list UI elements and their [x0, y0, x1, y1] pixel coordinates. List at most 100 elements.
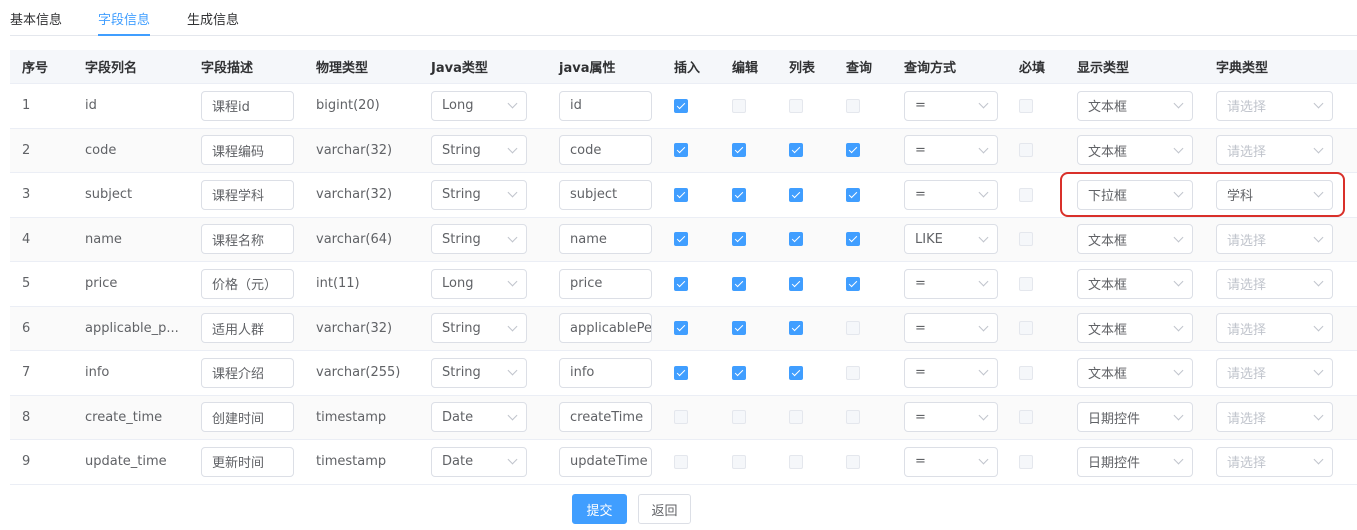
- query-checkbox[interactable]: [846, 187, 860, 202]
- required-checkbox[interactable]: [1019, 98, 1033, 113]
- edit-checkbox[interactable]: [732, 365, 746, 380]
- field-desc-input[interactable]: 课程编码: [201, 135, 294, 166]
- display-select[interactable]: 文本框: [1077, 224, 1193, 255]
- java-attr-input[interactable]: applicablePe: [559, 313, 652, 344]
- query-type-select[interactable]: =: [904, 313, 998, 344]
- dict-select[interactable]: 请选择: [1216, 135, 1333, 166]
- query-checkbox[interactable]: [846, 98, 860, 113]
- java-type-select[interactable]: Long: [431, 90, 527, 121]
- query-type-select[interactable]: LIKE: [904, 224, 998, 255]
- dict-select[interactable]: 请选择: [1216, 313, 1333, 344]
- edit-checkbox[interactable]: [732, 321, 746, 336]
- java-attr-input[interactable]: name: [559, 224, 652, 255]
- java-attr-input[interactable]: createTime: [559, 402, 652, 433]
- field-desc-input[interactable]: 课程学科: [201, 179, 294, 210]
- edit-checkbox[interactable]: [732, 232, 746, 247]
- list-checkbox[interactable]: [789, 410, 803, 425]
- query-type-select[interactable]: =: [904, 357, 998, 388]
- insert-checkbox[interactable]: [674, 276, 688, 291]
- insert-checkbox[interactable]: [674, 98, 688, 113]
- java-attr-input[interactable]: info: [559, 357, 652, 388]
- display-select[interactable]: 文本框: [1077, 135, 1193, 166]
- required-checkbox[interactable]: [1019, 454, 1033, 469]
- insert-checkbox[interactable]: [674, 454, 688, 469]
- list-checkbox[interactable]: [789, 98, 803, 113]
- dict-select[interactable]: 请选择: [1216, 402, 1333, 433]
- java-type-select[interactable]: Long: [431, 268, 527, 299]
- edit-checkbox[interactable]: [732, 454, 746, 469]
- display-select[interactable]: 文本框: [1077, 313, 1193, 344]
- display-select[interactable]: 日期控件: [1077, 446, 1193, 477]
- edit-checkbox[interactable]: [732, 187, 746, 202]
- java-type-select[interactable]: Date: [431, 446, 527, 477]
- tab-generate-info[interactable]: 生成信息: [187, 9, 239, 36]
- query-checkbox[interactable]: [846, 410, 860, 425]
- display-select[interactable]: 文本框: [1077, 90, 1193, 121]
- display-select[interactable]: 日期控件: [1077, 402, 1193, 433]
- required-checkbox[interactable]: [1019, 321, 1033, 336]
- query-type-select[interactable]: =: [904, 446, 998, 477]
- required-checkbox[interactable]: [1019, 365, 1033, 380]
- display-select[interactable]: 文本框: [1077, 357, 1193, 388]
- dict-select[interactable]: 请选择: [1216, 224, 1333, 255]
- required-checkbox[interactable]: [1019, 187, 1033, 202]
- edit-checkbox[interactable]: [732, 143, 746, 158]
- required-checkbox[interactable]: [1019, 143, 1033, 158]
- java-type-select[interactable]: String: [431, 313, 527, 344]
- back-button[interactable]: 返回: [638, 494, 691, 524]
- java-attr-input[interactable]: code: [559, 135, 652, 166]
- dict-select[interactable]: 请选择: [1216, 357, 1333, 388]
- dict-select[interactable]: 请选择: [1216, 90, 1333, 121]
- edit-checkbox[interactable]: [732, 410, 746, 425]
- query-type-select[interactable]: =: [904, 179, 998, 210]
- java-attr-input[interactable]: price: [559, 268, 652, 299]
- required-checkbox[interactable]: [1019, 232, 1033, 247]
- java-attr-input[interactable]: updateTime: [559, 446, 652, 477]
- list-checkbox[interactable]: [789, 321, 803, 336]
- query-checkbox[interactable]: [846, 232, 860, 247]
- dict-select[interactable]: 请选择: [1216, 268, 1333, 299]
- field-desc-input[interactable]: 创建时间: [201, 402, 294, 433]
- display-select[interactable]: 下拉框: [1077, 179, 1193, 210]
- java-type-select[interactable]: String: [431, 224, 527, 255]
- list-checkbox[interactable]: [789, 454, 803, 469]
- insert-checkbox[interactable]: [674, 410, 688, 425]
- query-checkbox[interactable]: [846, 321, 860, 336]
- insert-checkbox[interactable]: [674, 321, 688, 336]
- list-checkbox[interactable]: [789, 143, 803, 158]
- dict-select[interactable]: 请选择: [1216, 446, 1333, 477]
- required-checkbox[interactable]: [1019, 410, 1033, 425]
- field-desc-input[interactable]: 价格（元）: [201, 268, 294, 299]
- tab-field-info[interactable]: 字段信息: [98, 9, 151, 36]
- display-select[interactable]: 文本框: [1077, 268, 1193, 299]
- query-checkbox[interactable]: [846, 365, 860, 380]
- query-checkbox[interactable]: [846, 143, 860, 158]
- java-type-select[interactable]: String: [431, 179, 527, 210]
- list-checkbox[interactable]: [789, 365, 803, 380]
- list-checkbox[interactable]: [789, 187, 803, 202]
- field-desc-input[interactable]: 课程id: [201, 90, 294, 121]
- edit-checkbox[interactable]: [732, 276, 746, 291]
- insert-checkbox[interactable]: [674, 232, 688, 247]
- field-desc-input[interactable]: 课程名称: [201, 224, 294, 255]
- edit-checkbox[interactable]: [732, 98, 746, 113]
- java-attr-input[interactable]: id: [559, 90, 652, 121]
- submit-button[interactable]: 提交: [572, 494, 627, 524]
- field-desc-input[interactable]: 更新时间: [201, 446, 294, 477]
- field-desc-input[interactable]: 课程介绍: [201, 357, 294, 388]
- java-type-select[interactable]: String: [431, 357, 527, 388]
- field-desc-input[interactable]: 适用人群: [201, 313, 294, 344]
- list-checkbox[interactable]: [789, 276, 803, 291]
- insert-checkbox[interactable]: [674, 187, 688, 202]
- query-type-select[interactable]: =: [904, 90, 998, 121]
- required-checkbox[interactable]: [1019, 276, 1033, 291]
- query-checkbox[interactable]: [846, 276, 860, 291]
- dict-select[interactable]: 学科: [1216, 179, 1333, 210]
- query-checkbox[interactable]: [846, 454, 860, 469]
- java-type-select[interactable]: Date: [431, 402, 527, 433]
- query-type-select[interactable]: =: [904, 402, 998, 433]
- insert-checkbox[interactable]: [674, 365, 688, 380]
- tab-basic-info[interactable]: 基本信息: [10, 9, 62, 36]
- insert-checkbox[interactable]: [674, 143, 688, 158]
- list-checkbox[interactable]: [789, 232, 803, 247]
